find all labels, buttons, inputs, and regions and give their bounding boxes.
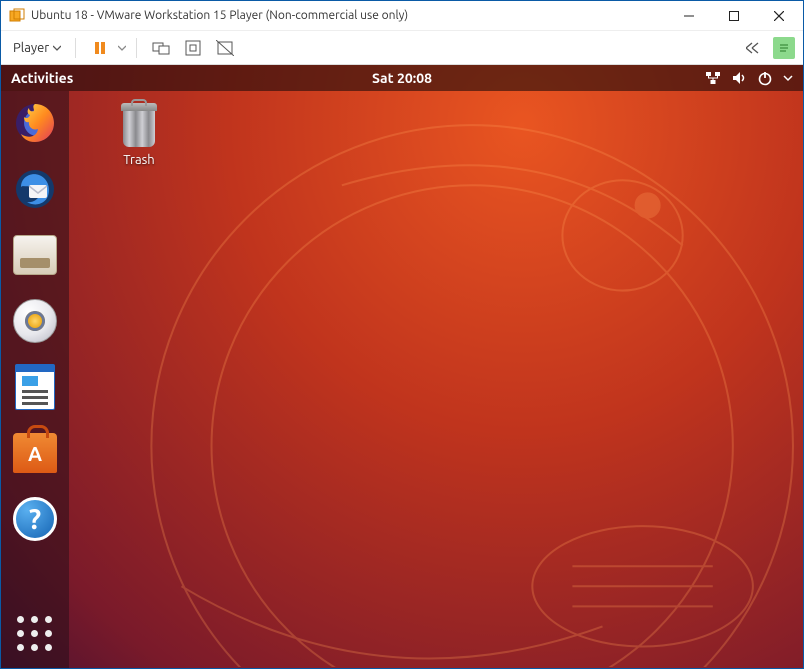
trash-icon xyxy=(115,101,163,149)
power-icon xyxy=(757,70,773,86)
dock-item-files[interactable] xyxy=(11,231,59,279)
unity-mode-button[interactable] xyxy=(211,34,239,62)
close-button[interactable] xyxy=(756,1,801,31)
show-applications-button[interactable] xyxy=(15,614,55,654)
player-menu[interactable]: Player xyxy=(9,39,65,57)
volume-icon xyxy=(731,70,747,86)
gnome-topbar: Activities Sat 20:08 xyxy=(1,65,803,91)
rhythmbox-icon xyxy=(13,299,57,343)
window-title: Ubuntu 18 - VMware Workstation 15 Player… xyxy=(31,9,666,22)
vmware-titlebar: Ubuntu 18 - VMware Workstation 15 Player… xyxy=(1,1,803,31)
notes-button[interactable] xyxy=(773,37,795,59)
window-control-buttons xyxy=(666,1,801,31)
cycle-devices-button[interactable] xyxy=(741,34,769,62)
guest-desktop[interactable]: Activities Sat 20:08 xyxy=(1,65,803,668)
ubuntu-software-icon xyxy=(13,433,57,473)
dock-item-help[interactable]: ? xyxy=(11,495,59,543)
topbar-clock[interactable]: Sat 20:08 xyxy=(372,70,432,86)
libreoffice-writer-icon xyxy=(15,364,55,410)
dock-item-rhythmbox[interactable] xyxy=(11,297,59,345)
firefox-icon xyxy=(13,101,57,145)
chevron-down-icon xyxy=(53,44,61,52)
send-ctrl-alt-del-button[interactable] xyxy=(147,34,175,62)
fullscreen-button[interactable] xyxy=(179,34,207,62)
pause-vm-button[interactable] xyxy=(86,34,114,62)
ubuntu-dock: ? xyxy=(1,91,69,668)
minimize-button[interactable] xyxy=(666,1,711,31)
player-menu-label: Player xyxy=(13,41,49,55)
dock-item-thunderbird[interactable] xyxy=(11,165,59,213)
notes-icon xyxy=(777,41,791,55)
maximize-button[interactable] xyxy=(711,1,756,31)
vmware-app-icon xyxy=(9,8,25,24)
desktop-area[interactable]: Trash xyxy=(69,91,803,668)
dock-item-firefox[interactable] xyxy=(11,99,59,147)
unity-icon xyxy=(216,40,234,56)
desktop-icon-label: Trash xyxy=(99,153,179,167)
help-icon: ? xyxy=(13,497,57,541)
chevron-down-icon xyxy=(783,73,793,83)
dock-item-libreoffice-writer[interactable] xyxy=(11,363,59,411)
chevron-down-icon[interactable] xyxy=(118,44,126,52)
fullscreen-icon xyxy=(185,40,201,56)
activities-button[interactable]: Activities xyxy=(11,70,73,86)
dock-item-ubuntu-software[interactable] xyxy=(11,429,59,477)
desktop-icon-trash[interactable]: Trash xyxy=(99,101,179,167)
pause-icon xyxy=(92,40,108,56)
files-icon xyxy=(13,235,57,275)
network-icon xyxy=(705,70,721,86)
vmware-toolbar: Player xyxy=(1,31,803,65)
system-status-area[interactable] xyxy=(705,70,793,86)
send-cad-icon xyxy=(152,40,170,56)
cycle-icon xyxy=(746,42,764,54)
thunderbird-icon xyxy=(13,167,57,211)
